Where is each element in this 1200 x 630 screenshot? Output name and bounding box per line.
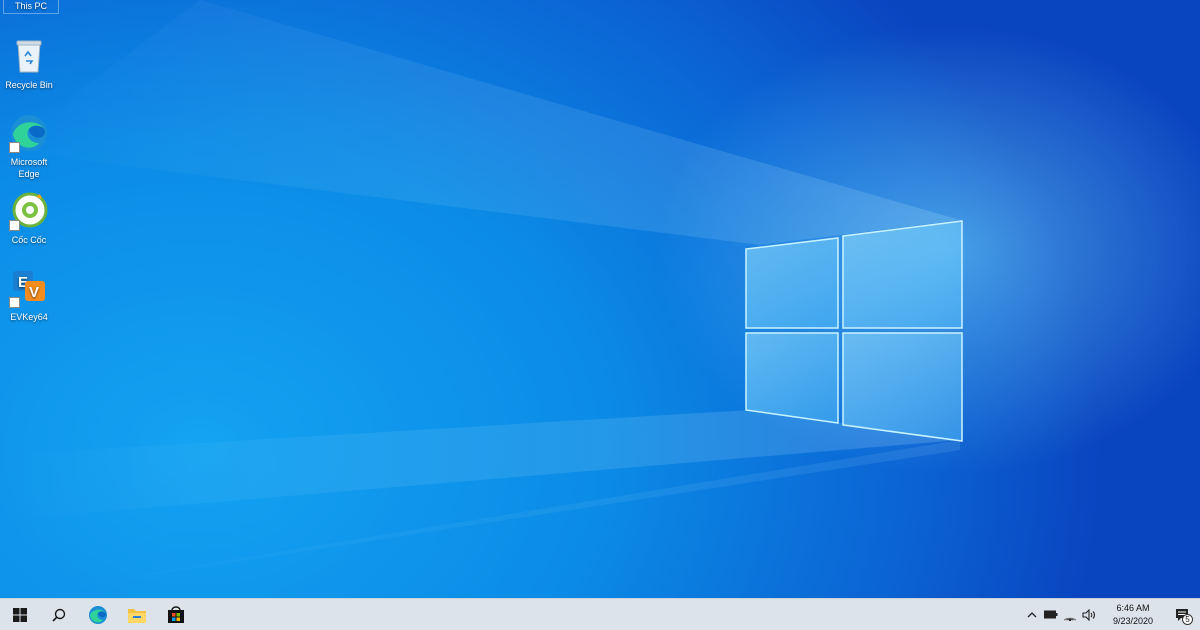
logo-pane-br — [842, 332, 963, 442]
shortcut-arrow-icon — [9, 142, 20, 153]
coc-coc-icon — [9, 191, 49, 231]
taskbar: 6:46 AM 9/23/2020 5 — [0, 598, 1200, 630]
clock-time: 6:46 AM — [1116, 602, 1150, 613]
edge-icon — [88, 605, 107, 624]
coc-coc-shortcut[interactable]: Cốc Cốc — [0, 191, 58, 246]
start-button[interactable] — [0, 599, 39, 630]
evkey64-shortcut[interactable]: E V EVKey64 — [0, 268, 58, 323]
chevron-up-icon[interactable] — [1022, 599, 1041, 630]
notification-count-badge: 5 — [1182, 614, 1193, 625]
logo-pane-tl — [745, 237, 839, 329]
shortcut-arrow-icon — [9, 297, 20, 308]
clock-date: 9/23/2020 — [1112, 615, 1154, 626]
windows-logo-icon — [12, 607, 27, 622]
evkey64-label: EVKey64 — [10, 312, 48, 322]
recycle-bin-icon — [9, 36, 49, 76]
shortcut-arrow-icon — [9, 220, 20, 231]
volume-icon[interactable] — [1079, 599, 1098, 630]
recycle-bin-label: Recycle Bin — [5, 80, 53, 90]
evkey-icon: E V — [9, 268, 49, 308]
desktop: This PC Recycle Bin Microsoft Edge Cốc C… — [0, 0, 1200, 598]
logo-pane-bl — [745, 332, 839, 424]
logo-pane-tr — [842, 220, 963, 329]
wifi-icon[interactable] — [1060, 599, 1079, 630]
clock[interactable]: 6:46 AM 9/23/2020 — [1102, 602, 1164, 628]
system-tray: 6:46 AM 9/23/2020 5 — [1022, 599, 1200, 630]
microsoft-edge-shortcut[interactable]: Microsoft Edge — [0, 113, 58, 180]
action-center-button[interactable]: 5 — [1164, 599, 1200, 630]
svg-text:V: V — [29, 284, 39, 301]
microsoft-store-icon — [167, 605, 184, 623]
taskbar-edge-button[interactable] — [78, 599, 117, 630]
coc-coc-label: Cốc Cốc — [11, 235, 47, 245]
wallpaper — [0, 0, 963, 598]
microsoft-edge-label: Microsoft Edge — [10, 157, 48, 179]
search-button[interactable] — [39, 599, 78, 630]
taskbar-microsoft-store-button[interactable] — [156, 599, 195, 630]
battery-icon[interactable] — [1041, 599, 1060, 630]
edge-icon — [9, 113, 49, 153]
recycle-bin-shortcut[interactable]: Recycle Bin — [0, 36, 58, 91]
taskbar-file-explorer-button[interactable] — [117, 599, 156, 630]
search-icon — [51, 608, 65, 622]
file-explorer-icon — [127, 608, 146, 623]
this-pc-icon-label[interactable]: This PC — [3, 0, 59, 14]
